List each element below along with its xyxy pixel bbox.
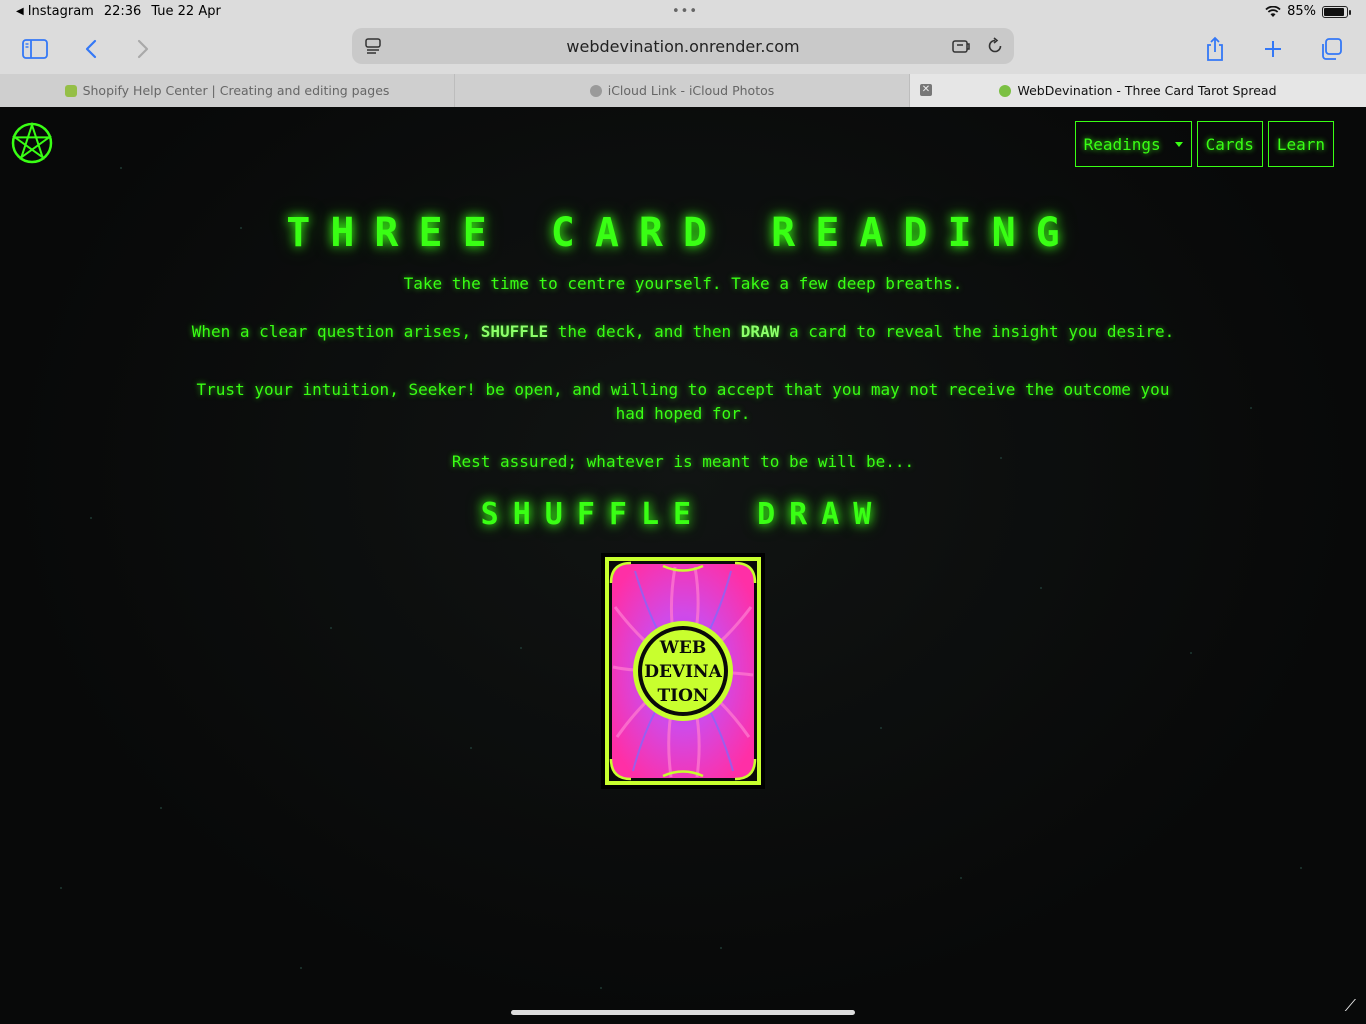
tab-title: iCloud Link - iCloud Photos [607,83,775,98]
card-back-line-2: DEVINA [644,662,722,682]
address-bar[interactable]: webdevination.onrender.com [352,28,1014,64]
instruction-part1: When a clear question arises, [191,322,481,341]
learn-label: Learn [1276,134,1325,154]
tab-title: Shopify Help Center | Creating and editi… [82,83,390,98]
intro-text: Take the time to centre yourself. Take a… [403,274,963,293]
multitasking-dots-icon[interactable]: ••• [672,4,698,19]
card-back-line-3: TION [658,686,709,706]
back-triangle-icon: ◀ [16,6,24,17]
back-app-label: Instagram [27,4,94,19]
assurance-text: Rest assured; whatever is meant to be wi… [451,452,915,471]
close-tab-icon[interactable]: ✕ [920,84,932,96]
action-buttons: SHUFFLE DRAW [0,497,1366,532]
caret-down-icon [1174,141,1183,147]
url-text: webdevination.onrender.com [566,37,800,56]
draw-button[interactable]: DRAW [757,497,885,532]
shuffle-emphasis: SHUFFLE [480,322,549,341]
card-back-artwork: WEB DEVINA TION [605,557,761,785]
status-date: Tue 22 Apr [151,4,221,19]
site-nav: Readings Cards Learn [1074,121,1334,167]
shopify-favicon-icon [64,84,77,97]
cards-button[interactable]: Cards [1196,121,1263,167]
share-icon[interactable] [1198,32,1232,66]
tab-title: WebDevination - Three Card Tarot Spread [1017,83,1277,98]
tarot-card-back[interactable]: WEB DEVINA TION [601,553,765,789]
tab-shopify[interactable]: Shopify Help Center | Creating and editi… [0,74,455,107]
webdevination-favicon-icon [999,84,1012,97]
extensions-icon[interactable] [950,35,972,57]
wifi-icon [1265,5,1281,17]
instruction-part2: the deck, and then [548,322,741,341]
draw-emphasis: DRAW [740,322,780,341]
reload-icon[interactable] [984,35,1006,57]
back-chevron-icon[interactable] [74,32,108,66]
page-title: THREE CARD READING [286,210,1080,256]
web-page: Readings Cards Learn THREE CARD READING … [0,107,1366,1024]
cards-label: Cards [1205,134,1254,154]
status-time: 22:36 [103,4,142,19]
apple-favicon-icon [589,84,602,97]
status-bar: ◀ Instagram 22:36 Tue 22 Apr ••• 85% [0,0,1366,24]
readings-label: Readings [1083,134,1161,154]
instruction-text: When a clear question arises, SHUFFLE th… [183,320,1183,344]
sidebar-toggle-icon[interactable] [18,32,52,66]
browser-toolbar: webdevination.onrender.com [0,24,1366,74]
tab-icloud[interactable]: iCloud Link - iCloud Photos [455,74,910,107]
pentagram-logo-icon[interactable] [10,121,54,165]
battery-icon [1322,5,1351,18]
learn-button[interactable]: Learn [1267,121,1334,167]
home-indicator[interactable] [511,1010,855,1015]
back-to-app[interactable]: ◀ Instagram [16,4,94,19]
tab-overview-icon[interactable] [1314,32,1348,66]
new-tab-plus-icon[interactable] [1256,32,1290,66]
shuffle-button[interactable]: SHUFFLE [481,497,705,532]
instruction-part3: a card to reveal the insight you desire. [779,322,1175,341]
tab-strip: Shopify Help Center | Creating and editi… [0,74,1366,107]
card-back-line-1: WEB [659,638,706,658]
trust-text: Trust your intuition, Seeker! be open, a… [196,380,1170,423]
tab-webdevination[interactable]: ✕ WebDevination - Three Card Tarot Sprea… [910,74,1366,107]
battery-percent: 85% [1287,4,1316,19]
markup-corner-icon[interactable]: ⟋ [1345,996,1356,1016]
forward-chevron-icon[interactable] [126,32,160,66]
readings-dropdown-button[interactable]: Readings [1074,121,1192,167]
